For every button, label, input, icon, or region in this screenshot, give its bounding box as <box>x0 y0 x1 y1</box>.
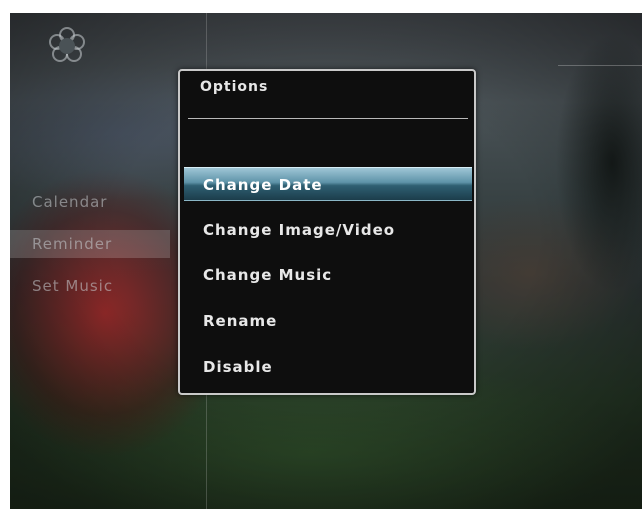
flower-icon <box>49 27 85 62</box>
dialog-divider <box>188 118 468 119</box>
option-change-date[interactable]: Change Date <box>184 167 472 201</box>
sidebar-item-calendar[interactable]: Calendar <box>10 181 170 223</box>
option-disable[interactable]: Disable <box>184 350 472 384</box>
options-dialog: Options Change Date Change Image/Video C… <box>178 69 476 395</box>
sidebar-item-set-music[interactable]: Set Music <box>10 265 170 307</box>
option-change-music[interactable]: Change Music <box>184 258 472 292</box>
dialog-title: Options <box>200 79 269 95</box>
divider-line <box>558 65 642 66</box>
option-rename[interactable]: Rename <box>184 304 472 338</box>
sidebar-menu: Calendar Reminder Set Music <box>10 181 170 307</box>
sidebar-item-reminder[interactable]: Reminder <box>10 230 170 258</box>
option-change-image-video[interactable]: Change Image/Video <box>184 213 472 247</box>
